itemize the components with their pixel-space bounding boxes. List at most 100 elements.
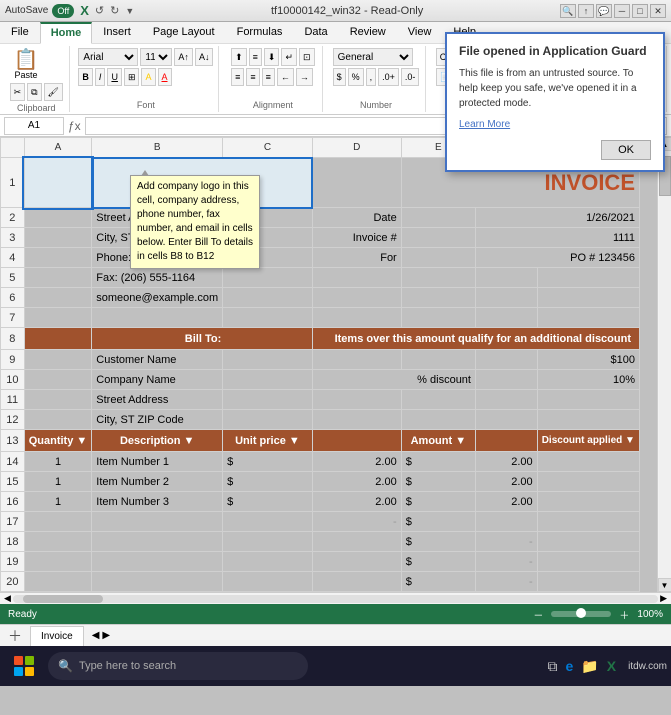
sheet-nav-right[interactable]: ▶ [102, 630, 110, 641]
col-header-B[interactable]: B [92, 138, 223, 158]
cell-E13[interactable]: Amount ▼ [401, 430, 475, 452]
cell-E7[interactable] [401, 308, 475, 328]
cell-E9[interactable] [401, 350, 475, 370]
cell-G7[interactable] [537, 308, 639, 328]
bold-btn[interactable]: B [78, 68, 93, 86]
zoom-thumb[interactable] [576, 608, 586, 618]
cell-E20[interactable]: $ [401, 572, 475, 592]
cell-E16[interactable]: $ [401, 492, 475, 512]
cell-A1[interactable] [24, 158, 92, 208]
underline-btn[interactable]: U [107, 68, 122, 86]
minimize-btn[interactable]: ─ [614, 4, 630, 18]
align-bottom-btn[interactable]: ⬇ [264, 48, 280, 66]
indent-decrease-btn[interactable]: ← [277, 68, 294, 86]
h-scroll-thumb[interactable] [23, 595, 103, 603]
tab-file[interactable]: File [0, 22, 40, 43]
cell-B10[interactable]: Company Name [92, 370, 223, 390]
cell-D1[interactable] [312, 158, 401, 208]
autosave-toggle[interactable]: Off [52, 4, 74, 18]
add-sheet-btn[interactable]: ＋ [4, 626, 26, 646]
cell-F17[interactable] [475, 512, 537, 532]
cell-F9[interactable] [475, 350, 537, 370]
edge-icon[interactable]: e [566, 658, 574, 674]
font-color-btn[interactable]: A [158, 68, 172, 86]
cell-B9[interactable]: Customer Name [92, 350, 223, 370]
cell-C10[interactable] [223, 370, 313, 390]
cell-E14[interactable]: $ [401, 452, 475, 472]
cell-G20[interactable] [537, 572, 639, 592]
cell-D3[interactable]: Invoice # [312, 228, 401, 248]
cell-F14[interactable]: 2.00 [475, 452, 537, 472]
cell-B12[interactable]: City, ST ZIP Code [92, 410, 223, 430]
cell-B16[interactable]: Item Number 3 [92, 492, 223, 512]
cell-C13[interactable]: Unit price ▼ [223, 430, 313, 452]
cell-F12[interactable] [475, 410, 537, 430]
dropdown-icon[interactable]: ▼ [125, 6, 134, 16]
scroll-left-btn[interactable]: ◀ [2, 593, 13, 604]
cell-A9[interactable] [24, 350, 92, 370]
taskbar-search-box[interactable]: 🔍 Type here to search [48, 652, 308, 680]
cell-D6[interactable] [312, 288, 401, 308]
border-btn[interactable]: ⊞ [124, 68, 140, 86]
fill-color-btn[interactable]: A [141, 68, 155, 86]
align-top-btn[interactable]: ⬆ [231, 48, 247, 66]
cell-C15[interactable]: $ [223, 472, 313, 492]
copy-btn[interactable]: ⧉ [27, 83, 41, 101]
undo-icon[interactable]: ↺ [95, 4, 104, 17]
cell-G16[interactable] [537, 492, 639, 512]
comma-btn[interactable]: , [366, 68, 377, 86]
cell-D14[interactable]: 2.00 [312, 452, 401, 472]
status-zoom-in[interactable]: ＋ [619, 607, 629, 622]
cell-D7[interactable] [312, 308, 401, 328]
cell-B19[interactable] [92, 552, 223, 572]
cell-A12[interactable] [24, 410, 92, 430]
cell-A19[interactable] [24, 552, 92, 572]
cell-A18[interactable] [24, 532, 92, 552]
cell-E17[interactable]: $ [401, 512, 475, 532]
cell-F15[interactable]: 2.00 [475, 472, 537, 492]
share-btn[interactable]: ↑ [578, 4, 594, 18]
horizontal-scrollbar[interactable]: ◀ ▶ [0, 592, 671, 604]
col-header-C[interactable]: C [223, 138, 313, 158]
cell-B17[interactable] [92, 512, 223, 532]
cell-F11[interactable] [475, 390, 537, 410]
cell-F5[interactable] [475, 268, 537, 288]
align-middle-btn[interactable]: ≡ [249, 48, 262, 66]
cell-A16[interactable]: 1 [24, 492, 92, 512]
align-right-btn[interactable]: ≡ [262, 68, 275, 86]
cell-G6[interactable] [537, 288, 639, 308]
excel-taskbar-icon[interactable]: X [607, 658, 616, 674]
cell-E4[interactable] [401, 248, 475, 268]
cell-E5[interactable] [401, 268, 475, 288]
cell-F4[interactable]: PO # 123456 [475, 248, 639, 268]
cell-F3[interactable]: 1111 [475, 228, 639, 248]
decimal-decrease-btn[interactable]: .0- [401, 68, 420, 86]
cell-G5[interactable] [537, 268, 639, 288]
cell-F20[interactable]: - [475, 572, 537, 592]
percent-btn[interactable]: % [348, 68, 364, 86]
cell-E6[interactable] [401, 288, 475, 308]
col-header-D[interactable]: D [312, 138, 401, 158]
cell-F7[interactable] [475, 308, 537, 328]
cell-D8[interactable]: Items over this amount qualify for an ad… [312, 328, 639, 350]
tab-formulas[interactable]: Formulas [226, 22, 294, 43]
popup-ok-button[interactable]: OK [601, 140, 651, 160]
cell-B18[interactable] [92, 532, 223, 552]
font-family-select[interactable]: Arial [78, 48, 138, 66]
cell-G17[interactable] [537, 512, 639, 532]
merge-btn[interactable]: ⊡ [299, 48, 315, 66]
cell-D13[interactable] [312, 430, 401, 452]
cell-D9[interactable] [312, 350, 401, 370]
h-scroll-track[interactable] [13, 595, 658, 603]
comments-btn[interactable]: 💬 [596, 4, 612, 18]
sheet-nav-icons[interactable]: ◀ ▶ [92, 630, 110, 641]
task-view-icon[interactable]: ⧉ [548, 658, 558, 675]
cell-F13[interactable] [475, 430, 537, 452]
cell-C12[interactable] [223, 410, 313, 430]
cell-E15[interactable]: $ [401, 472, 475, 492]
cell-E2[interactable] [401, 208, 475, 228]
cell-A2[interactable] [24, 208, 92, 228]
cell-C6[interactable] [223, 288, 313, 308]
decrease-font-btn[interactable]: A↓ [195, 48, 214, 66]
cut-btn[interactable]: ✂ [10, 83, 26, 101]
